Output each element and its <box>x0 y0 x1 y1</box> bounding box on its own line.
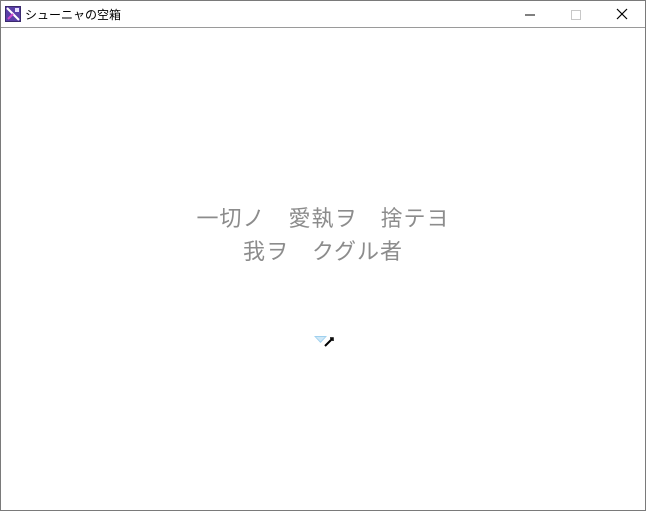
minimize-button[interactable] <box>507 1 553 27</box>
close-button[interactable] <box>599 1 645 27</box>
story-message: 一切ノ 愛執ヲ 捨テヨ 我ヲ クグル者 <box>1 203 645 269</box>
caption-buttons <box>507 1 645 27</box>
window-title: シューニャの空箱 <box>25 7 122 22</box>
wait-cursor-icon <box>314 335 336 349</box>
maximize-icon <box>571 5 581 24</box>
message-line-2: 我ヲ クグル者 <box>242 240 404 265</box>
game-app-icon <box>5 6 21 22</box>
maximize-button[interactable] <box>553 1 599 27</box>
game-screen[interactable]: 一切ノ 愛執ヲ 捨テヨ 我ヲ クグル者 <box>1 28 645 510</box>
title-bar[interactable]: シューニャの空箱 <box>1 1 645 28</box>
close-icon <box>616 5 628 24</box>
minimize-icon <box>525 5 535 24</box>
game-window: シューニャの空箱 一切ノ 愛執ヲ 捨テヨ 我ヲ クグル者 <box>0 0 646 511</box>
message-line-1: 一切ノ 愛執ヲ 捨テヨ <box>196 207 450 232</box>
